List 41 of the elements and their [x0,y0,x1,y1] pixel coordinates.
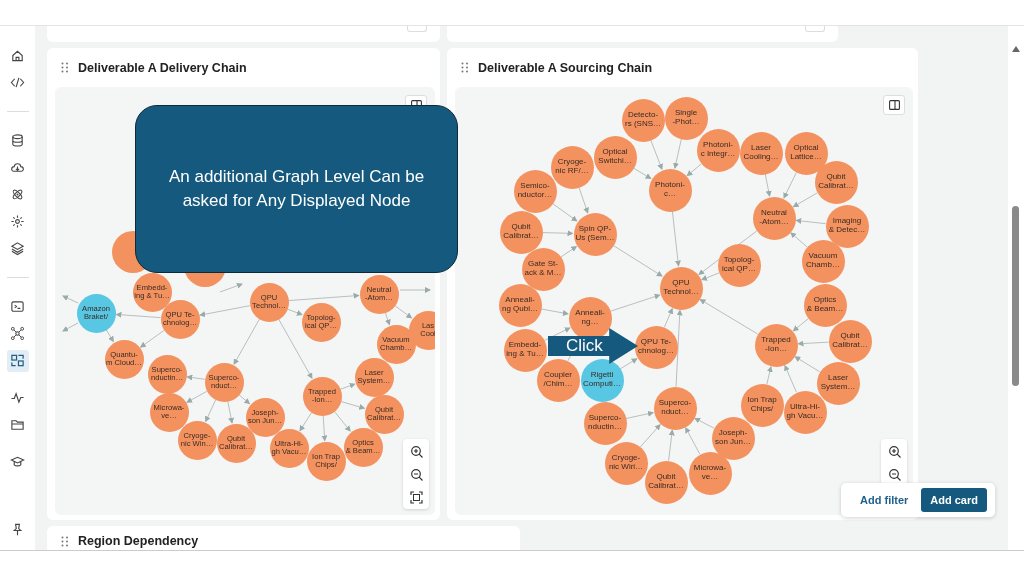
graph-node[interactable]: Vacuum Chamb… [801,239,845,283]
graph-node[interactable]: Gate St- ack & M… [521,247,565,291]
graph-node[interactable]: Qubit Calibrat… [828,319,872,363]
card-title: Region Dependency [78,534,199,548]
graph-node[interactable]: QPU Te- chnolog… [634,325,678,369]
graph-node[interactable]: Topolog- ical QP… [717,243,761,287]
graph-node[interactable]: Ultra-Hi- gh Vacu… [783,390,827,434]
graph-node[interactable]: Photoni- c… [648,168,692,212]
graph-node[interactable]: Qubit Calibrat… [499,210,543,254]
graph-node[interactable]: Trapped -Ion… [754,323,798,367]
graph-node[interactable]: Anneali- ng Qubi… [498,283,542,327]
card-title: Deliverable A Sourcing Chain [478,60,653,75]
graph-node[interactable]: Ion Trap Chips/ [740,383,784,427]
graph-node[interactable]: Photoni- c Integr… [696,128,740,172]
graph-node[interactable]: Laser Cooling… [739,131,783,175]
graph-node[interactable]: Imaging & Detec… [825,204,869,248]
graph-node[interactable]: Qubit Calibrat… [644,460,688,504]
graph-node[interactable]: Cryoge- nic Wiri… [604,441,648,485]
graph-node[interactable]: Embedd- ing & Tu… [503,328,547,372]
graph-node[interactable]: Optical Lattice… [784,131,828,175]
graph-node[interactable]: Semico- nductor… [513,169,557,213]
graph-node[interactable]: Laser System… [816,361,860,405]
graph-node[interactable]: Neutral -Atom… [752,196,796,240]
graph-node[interactable]: Qubit Calibrat… [814,160,858,204]
graph-node[interactable]: Cryoge- nic RF/… [550,145,594,189]
graph-node[interactable]: Spin QP- Us (Sem… [573,212,617,256]
graph-node[interactable]: Superco- nduct… [653,386,697,430]
graph-node[interactable]: QPU Technol… [659,266,703,310]
graph-node[interactable]: Detecto- rs (SNS… [621,98,665,142]
add-filter-button[interactable]: Add filter [857,490,912,510]
graph-node[interactable]: Coupler /Chim… [536,358,580,402]
card-title: Deliverable A Delivery Chain [78,60,247,75]
add-card-button[interactable]: Add card [921,488,987,512]
graph-node[interactable]: Superco- nductin… [583,401,627,445]
graph-node[interactable]: Single -Phot… [664,96,708,140]
graph-node[interactable]: Rigetti Computi… [580,358,624,402]
graph-node[interactable]: Joseph- son Jun… [711,416,755,460]
callout-text: An additional Graph Level Can be asked for Any Displayed Node [167,166,426,212]
graph-node[interactable]: Optics & Beam… [803,283,847,327]
graph-node[interactable]: Optical Switchi… [593,135,637,179]
graph-node[interactable]: Microwa- ve… [688,451,732,495]
